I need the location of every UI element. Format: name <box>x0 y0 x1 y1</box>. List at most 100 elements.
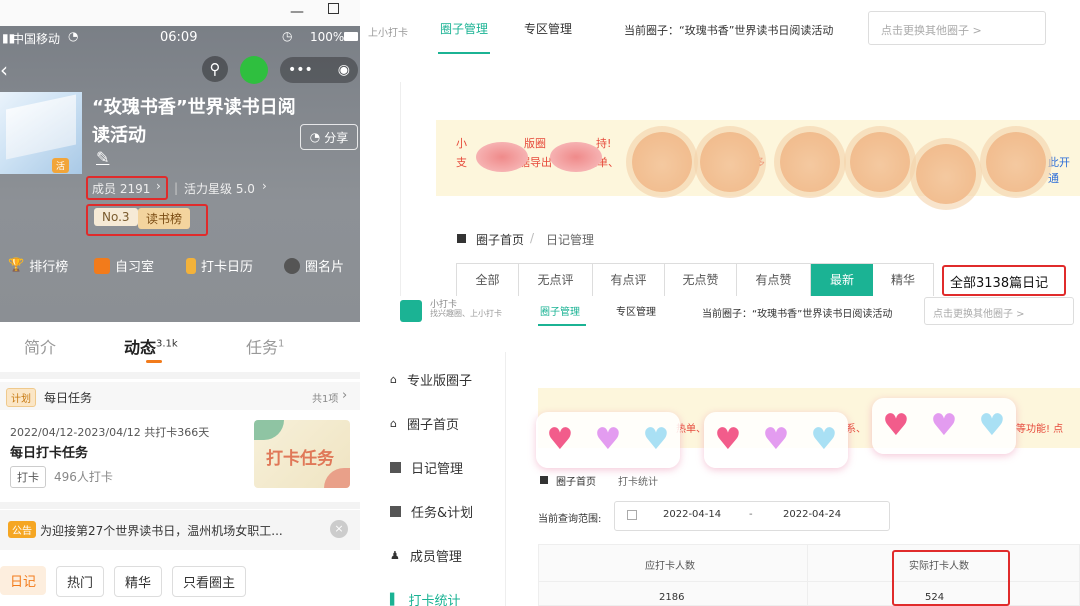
date-start[interactable]: 2022-04-14 <box>663 509 721 520</box>
breadcrumb-separator: / <box>530 231 535 245</box>
paw-sticker-icon <box>986 132 1046 192</box>
switch-circle-input[interactable]: 点击更换其他圈子 > <box>868 11 1046 45</box>
share-icon: ◔ <box>309 130 321 144</box>
heart-sticker-icon: ♥ ♥ ♥ <box>872 398 1016 454</box>
quick-link-ranking[interactable]: 🏆 排行榜 <box>8 256 68 275</box>
heart-sticker-icon: ♥ ♥ ♥ <box>704 412 848 468</box>
task-date-range: 2022/04/12-2023/04/12 共打卡366天 <box>10 426 210 439</box>
quick-link-circle-card[interactable]: 圈名片 <box>284 256 344 275</box>
paw-sticker-icon <box>780 132 840 192</box>
tab-zone-management[interactable]: 专区管理 <box>524 20 572 37</box>
tab-circle-management[interactable]: 圈子管理 <box>540 303 580 318</box>
tab-circle-management[interactable]: 圈子管理 <box>440 20 488 37</box>
task-name[interactable]: 每日打卡任务 <box>10 442 88 461</box>
diary-total: 全部3138篇日记 <box>950 276 1049 291</box>
circle-title: “玫瑰书香”世界读书日阅读活动 <box>92 97 296 146</box>
blush-decor-icon <box>550 142 602 172</box>
calendar-icon <box>186 257 196 274</box>
carrier-text: 中国移动 <box>12 32 61 46</box>
divider: | <box>174 181 179 195</box>
filter-owner-only[interactable]: 只看圈主 <box>172 566 247 597</box>
banner-text: 系、 <box>846 424 866 435</box>
grid-icon <box>457 234 466 243</box>
task-count: 共1项 <box>312 394 339 405</box>
quick-link-checkin-calendar[interactable]: 打卡日历 <box>186 256 253 275</box>
search-icon[interactable]: ⚲ <box>202 56 228 82</box>
home-icon: ⌂ <box>390 417 397 430</box>
close-mini-icon[interactable]: ◉ <box>338 57 350 83</box>
screenshot-collage: — ▮▮ 中国移动 ◔ 06:09 ◷ 100% ‹ ⚲ ••• ◉ 活 “玫瑰书… <box>0 0 1080 606</box>
heart-sticker-icon: ♥ ♥ ♥ <box>536 412 680 468</box>
current-circle: 当前圈子：“玫瑰书香”世界读书日阅读活动 <box>624 24 834 37</box>
filter-no-like[interactable]: 无点赞 <box>665 264 737 296</box>
table-cell: 2186 <box>659 592 685 603</box>
date-end[interactable]: 2022-04-24 <box>783 509 841 520</box>
activity-badge: 活 <box>52 158 70 173</box>
document-icon <box>390 462 401 473</box>
filter-has-like[interactable]: 有点赞 <box>737 264 811 296</box>
tab-zone-management[interactable]: 专区管理 <box>616 303 656 318</box>
filter-has-comment[interactable]: 有点评 <box>593 264 665 296</box>
actual-checkin-highlight <box>892 550 1010 606</box>
members-count[interactable]: 成员 2191 <box>92 180 150 197</box>
daily-task-title: 每日任务 <box>44 391 93 405</box>
breadcrumb-home[interactable]: 圈子首页 <box>556 473 596 488</box>
rank-list-tag[interactable]: 读书榜 <box>138 208 191 229</box>
minimize-icon[interactable]: — <box>290 4 304 20</box>
sidebar-item-checkin-stats[interactable]: ▌ 打卡统计 <box>390 590 460 606</box>
tab-intro[interactable]: 简介 <box>24 334 56 358</box>
divider <box>400 82 401 296</box>
quick-link-study-room[interactable]: 自习室 <box>94 256 154 275</box>
checkin-button[interactable]: 打卡 <box>10 466 46 488</box>
back-icon[interactable]: ‹ <box>0 58 8 82</box>
wifi-icon: ◔ <box>68 29 79 43</box>
window-titlebar: — <box>0 0 360 26</box>
date-range-picker[interactable]: 2022-04-14 - 2022-04-24 <box>614 501 890 531</box>
breadcrumb-current: 日记管理 <box>546 233 595 247</box>
sidebar-item-diary[interactable]: 日记管理 <box>390 458 463 477</box>
filter-latest[interactable]: 最新 <box>811 264 873 296</box>
wechat-icon[interactable] <box>240 56 268 84</box>
share-button[interactable]: ◔ 分享 <box>300 124 358 150</box>
filter-featured[interactable]: 精华 <box>114 566 163 597</box>
sidebar-item-tasks[interactable]: 任务&计划 <box>390 502 473 521</box>
sidebar: ⌂ 专业版圈子 ⌂ 圈子首页 日记管理 任务&计划 ♟ 成员管理 ▌ 打卡统计 <box>360 352 506 606</box>
active-tab-indicator <box>146 360 162 363</box>
query-range-label: 当前查询范围: <box>538 514 602 525</box>
filter-no-comment[interactable]: 无点评 <box>519 264 593 296</box>
banner-link[interactable]: 等功能! 点 <box>1016 420 1063 435</box>
banner-text: 热单、 <box>676 424 706 435</box>
close-icon[interactable]: × <box>330 520 348 538</box>
rank-number: No.3 <box>94 208 138 226</box>
more-icon[interactable]: ••• ◉ <box>280 57 358 83</box>
filter-hot[interactable]: 热门 <box>56 566 105 597</box>
table-header: 应打卡人数 <box>645 561 695 572</box>
tab-tasks[interactable]: 任务1 <box>246 334 284 358</box>
trophy-icon: 🏆 <box>8 258 25 273</box>
filter-diary[interactable]: 日记 <box>0 566 47 595</box>
vitality-rating[interactable]: 活力星级 5.0 <box>184 180 255 197</box>
calendar-icon <box>627 510 637 520</box>
breadcrumb-home[interactable]: 圈子首页 <box>476 231 524 248</box>
task-thumbnail-text: 打卡任务 <box>266 449 334 469</box>
notice-tag: 公告 <box>8 521 36 538</box>
tab-feed[interactable]: 动态3.1k <box>124 334 178 358</box>
date-separator: - <box>749 509 753 520</box>
checkin-stats-panel: 小打卡 找兴趣圈、上小打卡 圈子管理 专区管理 当前圈子：“玫瑰书香”世界读书日… <box>360 296 1080 606</box>
paw-sticker-icon <box>850 132 910 192</box>
sidebar-item-members[interactable]: ♟ 成员管理 <box>390 546 462 565</box>
leaf-decor-icon <box>324 468 350 488</box>
filter-all[interactable]: 全部 <box>457 264 519 296</box>
sidebar-item-pro-circle[interactable]: ⌂ 专业版圈子 <box>390 370 472 389</box>
divider <box>0 372 360 379</box>
edit-icon[interactable]: ✎ <box>96 148 109 167</box>
filter-featured[interactable]: 精华 <box>873 264 933 296</box>
banner-text: 支 <box>456 156 467 169</box>
app-logo-icon <box>400 300 422 322</box>
sidebar-item-circle-home[interactable]: ⌂ 圈子首页 <box>390 414 459 433</box>
maximize-icon[interactable] <box>328 3 339 14</box>
switch-circle-input[interactable]: 点击更换其他圈子 > <box>924 297 1074 325</box>
user-icon: ♟ <box>390 549 400 562</box>
phone-screen: — ▮▮ 中国移动 ◔ 06:09 ◷ 100% ‹ ⚲ ••• ◉ 活 “玫瑰书… <box>0 0 360 606</box>
banner-link[interactable]: 此开通 <box>1048 154 1080 186</box>
